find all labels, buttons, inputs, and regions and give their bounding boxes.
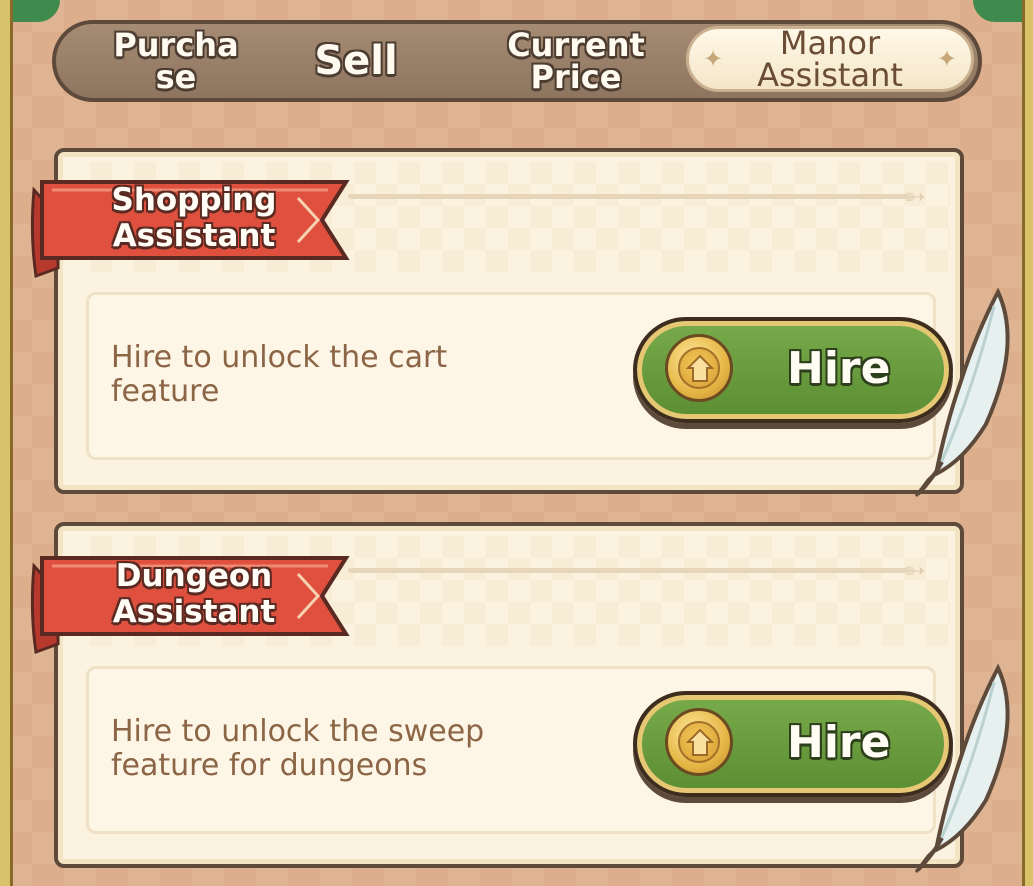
- assistant-description: Hire to unlock the sweep feature for dun…: [111, 715, 551, 783]
- assistant-title: Shopping Assistant: [84, 182, 304, 254]
- card-divider-line: [348, 194, 908, 199]
- hire-button-label: Hire: [787, 717, 891, 768]
- description-line2: feature: [111, 374, 220, 409]
- title-line1: Dungeon: [115, 558, 273, 594]
- tab-current-price-label-line2: Price: [530, 58, 622, 96]
- tab-manor-assistant-label-line2: Assistant: [757, 56, 903, 94]
- tab-bar: Purcha se Sell Current Price ✦ Manor Ass…: [52, 20, 982, 102]
- gold-coin-icon: [665, 334, 733, 402]
- card-divider-line: [348, 568, 908, 573]
- description-line1: Hire to unlock the cart: [111, 340, 448, 375]
- tab-manor-assistant-label-line1: Manor: [779, 24, 881, 62]
- frame-left-border: [0, 0, 13, 886]
- assistant-title: Dungeon Assistant: [84, 558, 304, 630]
- frame-right-border: [1022, 0, 1033, 886]
- title-line2: Assistant: [112, 218, 276, 254]
- gold-coin-icon: [665, 708, 733, 776]
- tab-manor-assistant[interactable]: ✦ Manor Assistant ✦: [686, 26, 974, 92]
- sparkle-icon: ✦: [703, 45, 724, 73]
- description-line2: feature for dungeons: [111, 748, 428, 783]
- title-line1: Shopping: [111, 182, 277, 218]
- sparkle-icon: ✦: [936, 45, 957, 73]
- description-box: Hire to unlock the sweep feature for dun…: [86, 666, 953, 834]
- description-line1: Hire to unlock the sweep: [111, 714, 485, 749]
- assistant-description: Hire to unlock the cart feature: [111, 341, 551, 409]
- quill-feather-icon: [902, 284, 1022, 504]
- ribbon-banner-shopping: Shopping Assistant: [28, 176, 350, 279]
- tab-purchase[interactable]: Purcha se: [96, 24, 256, 98]
- tab-current-price[interactable]: Current Price: [476, 24, 676, 98]
- title-line2: Assistant: [112, 594, 276, 630]
- tab-purchase-label-line2: se: [155, 58, 197, 96]
- arrow-tip-icon: ➳: [904, 182, 926, 212]
- ribbon-banner-dungeon: Dungeon Assistant: [28, 552, 350, 655]
- quill-feather-icon: [902, 660, 1022, 880]
- tab-sell[interactable]: Sell: [266, 24, 446, 98]
- description-box: Hire to unlock the cart feature Hire: [86, 292, 953, 460]
- tab-purchase-label-line1: Purcha: [113, 26, 239, 64]
- tab-sell-label: Sell: [314, 38, 398, 84]
- arrow-tip-icon: ➳: [904, 556, 926, 586]
- hire-button-label: Hire: [787, 343, 891, 394]
- tab-current-price-label-line1: Current: [507, 26, 645, 64]
